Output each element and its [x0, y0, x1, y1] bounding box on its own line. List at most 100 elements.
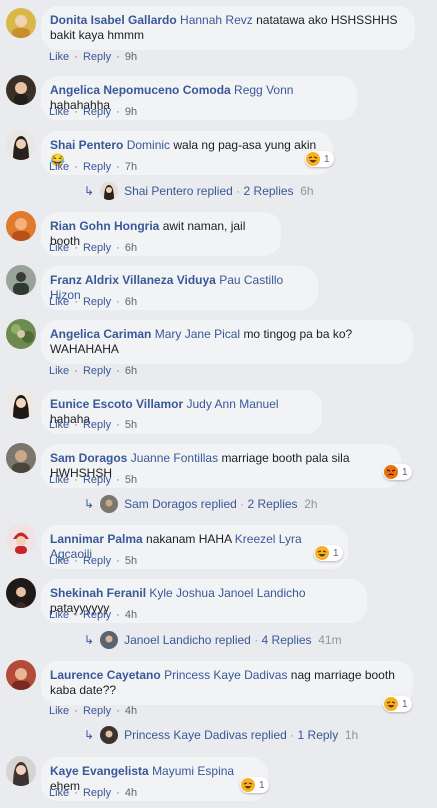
separator: ·	[116, 106, 120, 118]
haha-icon	[315, 546, 329, 560]
mention-link[interactable]: Regg Vonn	[234, 83, 293, 97]
timestamp[interactable]: 4h	[125, 705, 137, 717]
view-replies-link[interactable]: ↳ Princess Kaye Dadivas replied · 1 Repl…	[84, 725, 358, 745]
reaction-number: 1	[333, 547, 339, 559]
reaction-count[interactable]: 1	[305, 151, 334, 167]
comment-meta: Like · Reply · 9h	[49, 105, 137, 119]
separator: ·	[74, 787, 78, 799]
timestamp[interactable]: 6h	[125, 242, 137, 254]
separator: ·	[116, 555, 120, 567]
avatar[interactable]	[6, 389, 36, 419]
mention-link[interactable]: Juanne Fontillas	[131, 451, 218, 465]
view-replies-link[interactable]: ↳ Sam Doragos replied · 2 Replies 2h	[84, 494, 318, 514]
timestamp[interactable]: 6h	[125, 296, 137, 308]
commenter-name[interactable]: Angelica Nepomuceno Comoda	[50, 83, 231, 97]
commenter-name[interactable]: Eunice Escoto Villamor	[50, 397, 183, 411]
comment-meta: Like · Reply · 4h	[49, 608, 137, 622]
view-replies-link[interactable]: ↳ Shai Pentero replied · 2 Replies 6h	[84, 181, 314, 201]
commenter-name[interactable]: Rian Gohn Hongria	[50, 219, 159, 233]
separator: ·	[74, 555, 78, 567]
avatar[interactable]	[6, 8, 36, 38]
commenter-name[interactable]: Franz Aldrix Villaneza Viduya	[50, 273, 216, 287]
timestamp[interactable]: 5h	[125, 419, 137, 431]
like-button[interactable]: Like	[49, 419, 69, 431]
separator: ·	[290, 728, 295, 742]
timestamp[interactable]: 9h	[125, 106, 137, 118]
mention-link[interactable]: Princess Kaye Dadivas	[164, 668, 287, 682]
avatar[interactable]	[6, 578, 36, 608]
mention-link[interactable]: Dominic	[127, 138, 170, 152]
timestamp[interactable]: 4h	[125, 787, 137, 799]
like-button[interactable]: Like	[49, 51, 69, 63]
comment-meta: Like · Reply · 5h	[49, 418, 137, 432]
timestamp[interactable]: 5h	[125, 474, 137, 486]
reaction-count[interactable]: 1	[314, 545, 343, 561]
commenter-name[interactable]: Sam Doragos	[50, 451, 127, 465]
separator: ·	[74, 609, 78, 621]
reply-button[interactable]: Reply	[83, 474, 111, 486]
mention-link[interactable]: Mayumi Espina	[152, 764, 234, 778]
like-button[interactable]: Like	[49, 161, 69, 173]
reaction-count[interactable]: 1	[383, 696, 412, 712]
avatar[interactable]	[6, 660, 36, 690]
separator: ·	[116, 419, 120, 431]
like-button[interactable]: Like	[49, 787, 69, 799]
reply-button[interactable]: Reply	[83, 296, 111, 308]
comment-meta: Like · Reply · 6h	[49, 364, 137, 378]
avatar[interactable]	[6, 524, 36, 554]
reply-button[interactable]: Reply	[83, 242, 111, 254]
commenter-name[interactable]: Angelica Cariman	[50, 327, 151, 341]
view-replies-link[interactable]: ↳ Janoel Landicho replied · 4 Replies 41…	[84, 630, 342, 650]
reply-button[interactable]: Reply	[83, 51, 111, 63]
reply-button[interactable]: Reply	[83, 609, 111, 621]
avatar[interactable]	[6, 265, 36, 295]
reply-button[interactable]: Reply	[83, 106, 111, 118]
commenter-name[interactable]: Kaye Evangelista	[50, 764, 149, 778]
avatar[interactable]	[6, 130, 36, 160]
timestamp[interactable]: 7h	[125, 161, 137, 173]
like-button[interactable]: Like	[49, 555, 69, 567]
timestamp[interactable]: 6h	[125, 365, 137, 377]
separator: ·	[254, 633, 259, 647]
reply-button[interactable]: Reply	[83, 365, 111, 377]
avatar[interactable]	[6, 75, 36, 105]
commenter-name[interactable]: Shai Pentero	[50, 138, 123, 152]
separator: ·	[74, 161, 78, 173]
timestamp[interactable]: 4h	[125, 609, 137, 621]
timestamp[interactable]: 9h	[125, 51, 137, 63]
like-button[interactable]: Like	[49, 474, 69, 486]
reply-button[interactable]: Reply	[83, 419, 111, 431]
avatar[interactable]	[6, 319, 36, 349]
mention-link[interactable]: Kyle Joshua Janoel Landicho	[149, 586, 305, 600]
like-button[interactable]: Like	[49, 365, 69, 377]
reply-label: replied	[250, 728, 287, 742]
separator: ·	[116, 242, 120, 254]
like-button[interactable]: Like	[49, 106, 69, 118]
commenter-name[interactable]: Lannimar Palma	[50, 532, 143, 546]
reply-button[interactable]: Reply	[83, 555, 111, 567]
like-button[interactable]: Like	[49, 296, 69, 308]
mention-link[interactable]: Hannah Revz	[180, 13, 253, 27]
reply-button[interactable]: Reply	[83, 787, 111, 799]
commenter-name[interactable]: Donita Isabel Gallardo	[50, 13, 177, 27]
like-button[interactable]: Like	[49, 242, 69, 254]
like-button[interactable]: Like	[49, 609, 69, 621]
like-button[interactable]: Like	[49, 705, 69, 717]
reaction-count[interactable]: 1	[240, 777, 269, 793]
reaction-count[interactable]: 1	[383, 464, 412, 480]
avatar	[100, 726, 119, 744]
separator: ·	[116, 609, 120, 621]
commenter-name[interactable]: Laurence Cayetano	[50, 668, 161, 682]
separator: ·	[74, 474, 78, 486]
mention-link[interactable]: Judy Ann Manuel	[187, 397, 279, 411]
reaction-number: 1	[402, 466, 408, 478]
commenter-name[interactable]: Shekinah Feranil	[50, 586, 146, 600]
reply-label: replied	[196, 184, 233, 198]
reply-button[interactable]: Reply	[83, 161, 111, 173]
avatar[interactable]	[6, 443, 36, 473]
avatar[interactable]	[6, 211, 36, 241]
mention-link[interactable]: Mary Jane Pical	[155, 327, 240, 341]
timestamp[interactable]: 5h	[125, 555, 137, 567]
reply-button[interactable]: Reply	[83, 705, 111, 717]
avatar[interactable]	[6, 756, 36, 786]
